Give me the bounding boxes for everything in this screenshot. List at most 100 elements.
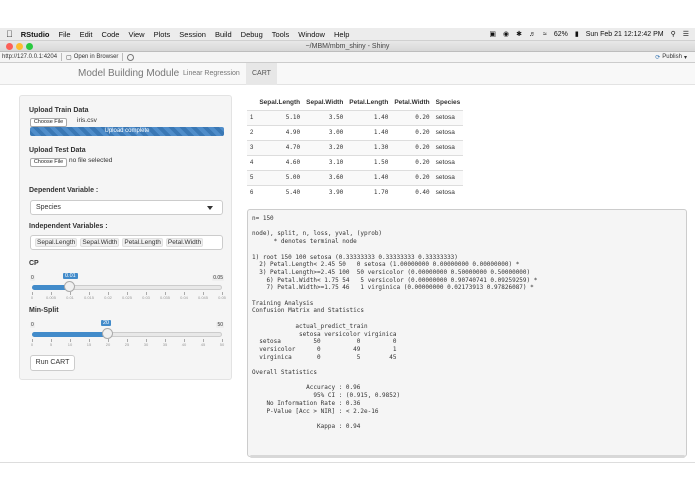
- slider-tick-label: 0.01: [66, 295, 74, 300]
- menu-session[interactable]: Session: [179, 30, 206, 39]
- table-row: 6 5.40 3.90 1.70 0.40 setosa: [247, 184, 464, 200]
- battery-icon[interactable]: ▮: [575, 30, 579, 38]
- publish-button[interactable]: ⟳ Publish ▾: [655, 54, 687, 61]
- menu-app-name[interactable]: RStudio: [21, 30, 50, 39]
- table-cell: 3.10: [303, 154, 347, 170]
- menu-window[interactable]: Window: [298, 30, 325, 39]
- mac-menubar:  RStudio File Edit Code View Plots Sess…: [0, 28, 695, 41]
- menu-file[interactable]: File: [59, 30, 71, 39]
- slider-tick-label: 0.025: [121, 295, 133, 300]
- selected-variable-chip[interactable]: Sepal.Length: [35, 238, 78, 247]
- menu-tools[interactable]: Tools: [272, 30, 290, 39]
- notification-center-icon[interactable]: ☰: [683, 30, 689, 38]
- cp-label: CP: [29, 260, 39, 267]
- slider-tick-label: 0.03: [142, 295, 150, 300]
- table-cell: 0.40: [391, 184, 433, 200]
- slider-tick-label: 15: [86, 342, 92, 347]
- publish-icon: ⟳: [655, 54, 661, 61]
- dependent-variable-value: Species: [36, 204, 61, 211]
- zoom-window-button[interactable]: [26, 43, 33, 50]
- screen-icon[interactable]: ▣: [489, 30, 496, 38]
- slider-tick-label: 0.035: [159, 295, 171, 300]
- apple-icon[interactable]: : [6, 29, 13, 39]
- table-cell: 0.20: [391, 169, 433, 185]
- dependent-variable-select[interactable]: Species: [30, 200, 223, 215]
- navbar-brand: Model Building Module: [78, 68, 180, 79]
- cp-slider-handle[interactable]: [64, 281, 75, 292]
- clock[interactable]: Sun Feb 21 12:12:42 PM: [586, 31, 664, 38]
- cp-slider[interactable]: 0 0.05 0.01 0 0.005 0.01 0.015 0.02 0.025 0.03…: [30, 271, 226, 301]
- menu-extra-icon[interactable]: ◉: [503, 30, 509, 38]
- open-in-browser-button[interactable]: ▢ Open in Browser: [66, 54, 118, 61]
- menu-help[interactable]: Help: [334, 30, 349, 39]
- min-split-label: Min-Split: [29, 307, 59, 314]
- slider-tick-label: 45: [200, 342, 206, 347]
- selected-variable-chip[interactable]: Petal.Width: [165, 238, 204, 247]
- table-cell: 4.60: [256, 154, 304, 170]
- model-output-panel[interactable]: n= 150 node), split, n, loss, yval, (ypr…: [247, 209, 687, 457]
- test-choose-file-button[interactable]: Choose File: [30, 158, 67, 167]
- table-cell: 1.50: [346, 154, 392, 170]
- refresh-icon[interactable]: [127, 53, 135, 61]
- table-cell: 5.40: [256, 184, 304, 200]
- train-data-label: Upload Train Data: [29, 107, 89, 114]
- table-cell: 4: [247, 154, 257, 170]
- menu-code[interactable]: Code: [102, 30, 120, 39]
- table-cell: 1.40: [346, 109, 392, 125]
- menu-debug[interactable]: Debug: [241, 30, 263, 39]
- window-title: ~/MBM/mbm_shiny - Shiny: [305, 43, 390, 50]
- independent-variables-label: Independent Variables :: [29, 223, 108, 230]
- sidebar-panel: Upload Train Data Choose File iris.csv U…: [19, 95, 232, 380]
- slider-tick-label: 5: [49, 342, 53, 347]
- selected-variable-chip[interactable]: Sepal.Width: [80, 238, 120, 247]
- caret-down-icon: [207, 206, 213, 210]
- table-cell: 1.30: [346, 139, 392, 155]
- menu-edit[interactable]: Edit: [80, 30, 93, 39]
- window-titlebar: ~/MBM/mbm_shiny - Shiny: [0, 41, 695, 52]
- table-cell: setosa: [432, 154, 464, 170]
- bluetooth-icon[interactable]: ✱: [516, 30, 522, 38]
- output-horizontal-scrollbar[interactable]: [250, 455, 685, 458]
- app-navbar: Model Building Module Linear Regression …: [0, 63, 695, 85]
- table-row: 3 4.70 3.20 1.30 0.20 setosa: [247, 139, 464, 155]
- menu-view[interactable]: View: [128, 30, 144, 39]
- slider-tick-label: 0: [30, 342, 34, 347]
- table-cell: 1.40: [346, 124, 392, 140]
- viewer-url[interactable]: http://127.0.0.1:4204: [2, 54, 57, 60]
- table-cell: 4.70: [256, 139, 304, 155]
- spotlight-icon[interactable]: ⚲: [671, 30, 676, 38]
- slider-tick-label: 30: [143, 342, 149, 347]
- upload-progress-bar: Upload complete: [30, 127, 224, 136]
- table-cell: 1.70: [346, 184, 392, 200]
- table-cell: 1: [247, 109, 257, 125]
- tab-linear-regression[interactable]: Linear Regression: [177, 63, 246, 85]
- test-file-name: no file selected: [69, 157, 113, 164]
- slider-tick-label: 40: [181, 342, 187, 347]
- menu-build[interactable]: Build: [215, 30, 232, 39]
- run-cart-button[interactable]: Run CART: [30, 355, 75, 371]
- train-file-name: iris.csv: [77, 117, 97, 124]
- min-split-slider[interactable]: 0 50 20 0 5 10 15 20 25 30 35 40 45 50: [30, 318, 224, 348]
- slider-tick-label: 0: [30, 295, 34, 300]
- independent-variables-select[interactable]: Sepal.Length Sepal.Width Petal.Length Pe…: [30, 235, 223, 250]
- tab-cart[interactable]: CART: [246, 63, 277, 85]
- viewer-toolbar: http://127.0.0.1:4204 ▢ Open in Browser …: [0, 52, 695, 63]
- train-choose-file-button[interactable]: Choose File: [30, 118, 67, 127]
- table-header-cell: Petal.Width: [391, 95, 433, 111]
- min-split-slider-handle[interactable]: [102, 328, 113, 339]
- slider-tick-label: 0.05: [218, 295, 226, 300]
- selected-variable-chip[interactable]: Petal.Length: [122, 238, 163, 247]
- close-window-button[interactable]: [6, 43, 13, 50]
- table-row: 4 4.60 3.10 1.50 0.20 setosa: [247, 154, 464, 170]
- volume-icon[interactable]: ♬: [529, 31, 536, 38]
- table-cell: 0.20: [391, 109, 433, 125]
- wifi-icon[interactable]: ≈: [543, 31, 547, 38]
- menu-plots[interactable]: Plots: [154, 30, 171, 39]
- table-cell: 0.20: [391, 124, 433, 140]
- cp-value-label: 0.01: [63, 273, 78, 279]
- bottom-area: [0, 462, 695, 494]
- minimize-window-button[interactable]: [16, 43, 23, 50]
- slider-tick-label: 20: [105, 342, 111, 347]
- table-cell: setosa: [432, 139, 464, 155]
- table-cell: 3.90: [303, 184, 347, 200]
